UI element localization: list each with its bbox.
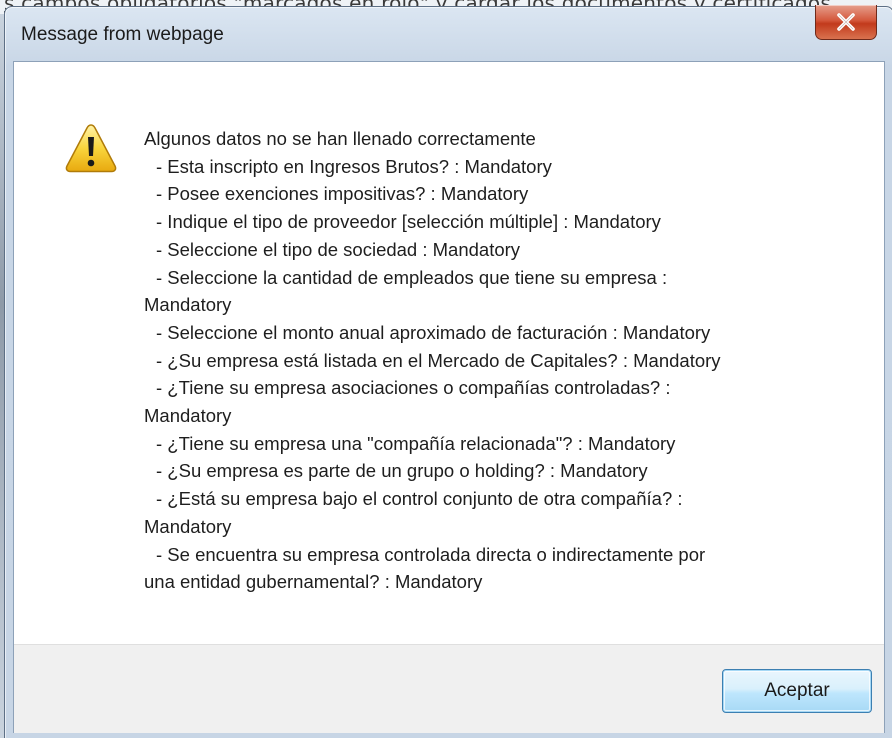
message-line: - ¿Tiene su empresa una "compañía relaci… [156,432,676,454]
message-line: una entidad gubernamental? : Mandatory [144,571,483,593]
close-button[interactable] [815,5,877,40]
dialog-client-area: Algunos datos no se han llenado correcta… [13,61,885,733]
message-line: - Posee exenciones impositivas? : Mandat… [156,183,529,205]
message-line: - ¿Su empresa es parte de un grupo o hol… [156,460,648,482]
accept-button[interactable]: Aceptar [722,669,872,713]
message-line: Mandatory [144,405,232,427]
message-line: - ¿Está su empresa bajo el control conju… [156,488,683,510]
message-line: - Esta inscripto en Ingresos Brutos? : M… [156,155,552,177]
message-line: - Seleccione el tipo de sociedad : Manda… [156,238,521,260]
message-line: - Se encuentra su empresa controlada dir… [156,543,706,565]
message-line: - ¿Tiene su empresa asociaciones o compa… [156,377,671,399]
message-line: Algunos datos no se han llenado correcta… [144,128,536,149]
message-line: Mandatory [144,294,232,316]
message-line: - Seleccione la cantidad de empleados qu… [156,266,668,288]
dialog-title: Message from webpage [21,24,224,45]
message-area: Algunos datos no se han llenado correcta… [14,62,884,644]
dialog-footer: Aceptar [14,644,884,733]
message-dialog: Message from webpage Algunos datos no se… [4,5,892,738]
message-line: - Seleccione el monto anual aproximado d… [156,321,711,343]
message-text: Algunos datos no se han llenado correcta… [144,125,844,596]
close-icon [837,13,855,31]
message-line: - ¿Su empresa está listada en el Mercado… [156,349,721,371]
warning-icon [65,124,117,173]
message-line: Mandatory [144,515,232,537]
message-line: - Indique el tipo de proveedor [selecció… [156,211,661,233]
dialog-titlebar[interactable]: Message from webpage [5,5,892,61]
